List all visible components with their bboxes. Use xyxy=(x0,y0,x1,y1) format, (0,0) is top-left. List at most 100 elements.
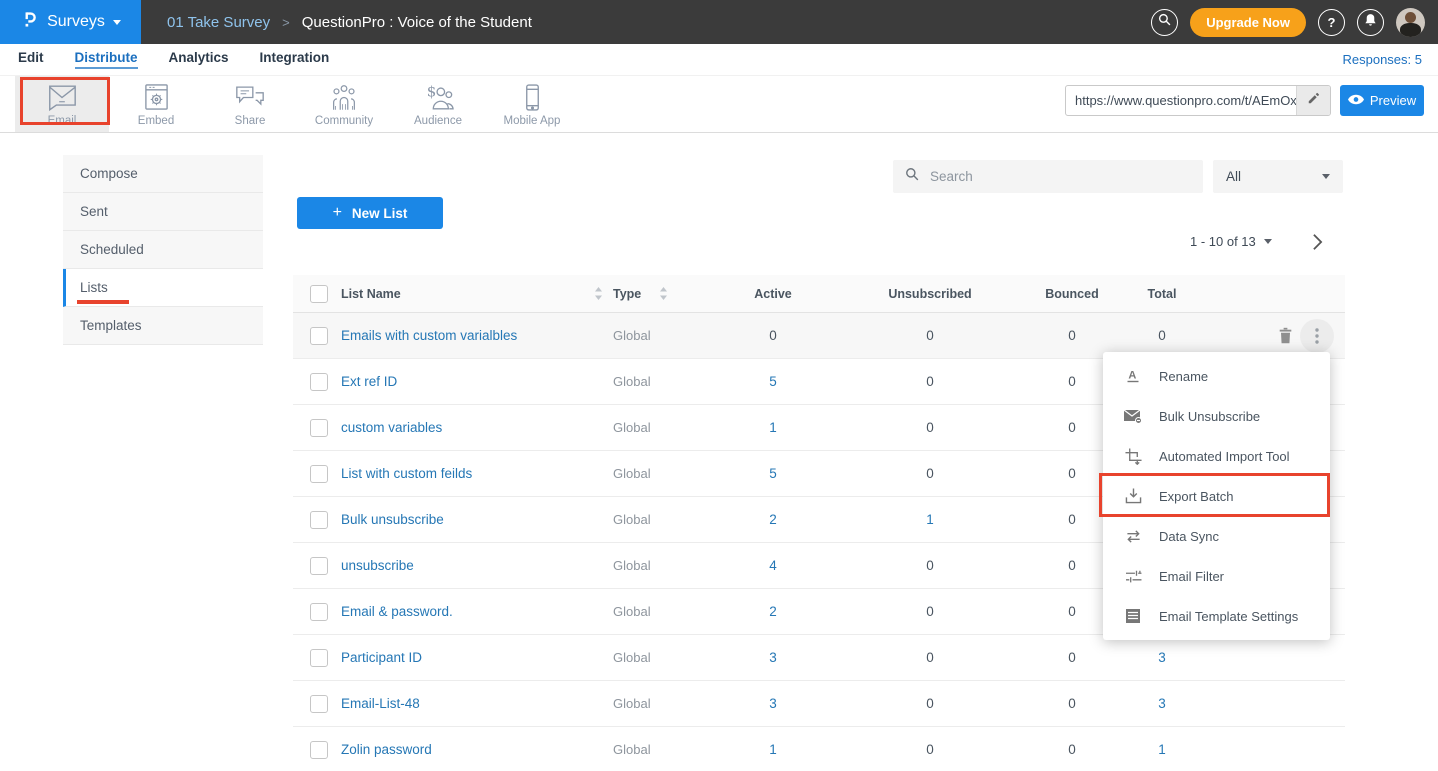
tab-integration[interactable]: Integration xyxy=(260,50,330,69)
row-checkbox[interactable] xyxy=(310,511,328,529)
row-checkbox[interactable] xyxy=(310,373,328,391)
sidebar-item-compose[interactable]: Compose xyxy=(63,155,263,193)
column-header-name[interactable]: List Name xyxy=(341,287,613,301)
menu-item-data-sync[interactable]: Data Sync xyxy=(1103,516,1330,556)
pagination-next-button[interactable] xyxy=(1312,233,1323,256)
list-name-link[interactable]: Ext ref ID xyxy=(341,374,397,389)
unsubscribed-count: 0 xyxy=(833,558,1027,573)
count-value[interactable]: 1 xyxy=(1158,742,1166,757)
list-name-link[interactable]: Bulk unsubscribe xyxy=(341,512,444,527)
list-name-link[interactable]: Email & password. xyxy=(341,604,453,619)
surveys-menu[interactable]: Surveys xyxy=(0,0,141,44)
row-checkbox[interactable] xyxy=(310,327,328,345)
page-title: QuestionPro : Voice of the Student xyxy=(302,14,532,31)
count-value: 0 xyxy=(1068,558,1076,573)
list-type: Global xyxy=(613,742,713,757)
edit-url-button[interactable] xyxy=(1296,86,1330,115)
count-value[interactable]: 3 xyxy=(769,696,777,711)
responses-link[interactable]: Responses: 5 xyxy=(1343,44,1423,75)
sidebar-item-templates[interactable]: Templates xyxy=(63,307,263,345)
count-value[interactable]: 3 xyxy=(1158,696,1166,711)
notifications-button[interactable] xyxy=(1357,9,1384,36)
row-checkbox[interactable] xyxy=(310,741,328,759)
channel-email[interactable]: Email xyxy=(15,76,109,132)
list-name-link[interactable]: Email-List-48 xyxy=(341,696,420,711)
menu-item-email-template-settings[interactable]: Email Template Settings xyxy=(1103,596,1330,636)
tab-edit[interactable]: Edit xyxy=(18,50,44,69)
count-value[interactable]: 3 xyxy=(1158,650,1166,665)
menu-item-label: Bulk Unsubscribe xyxy=(1159,409,1260,424)
list-name-link[interactable]: Participant ID xyxy=(341,650,422,665)
channel-embed[interactable]: Embed xyxy=(109,76,203,132)
list-name-link[interactable]: unsubscribe xyxy=(341,558,414,573)
row-checkbox[interactable] xyxy=(310,419,328,437)
tab-distribute[interactable]: Distribute xyxy=(75,50,138,69)
list-name-link[interactable]: Emails with custom varialbles xyxy=(341,328,517,343)
trash-icon[interactable] xyxy=(1278,327,1293,344)
menu-item-export-batch[interactable]: Export Batch xyxy=(1103,476,1330,516)
active-count: 5 xyxy=(713,374,833,389)
list-type: Global xyxy=(613,604,713,619)
sort-icon[interactable] xyxy=(659,287,668,300)
list-name-link[interactable]: Zolin password xyxy=(341,742,432,757)
count-value[interactable]: 1 xyxy=(769,742,777,757)
count-value[interactable]: 1 xyxy=(769,420,777,435)
search-button[interactable] xyxy=(1151,9,1178,36)
count-value[interactable]: 1 xyxy=(926,512,934,527)
new-list-button[interactable]: + New List xyxy=(297,197,443,229)
channel-mobile-app[interactable]: Mobile App xyxy=(485,76,579,132)
list-filter-dropdown[interactable]: All xyxy=(1213,160,1343,193)
column-header-unsubscribed: Unsubscribed xyxy=(833,287,1027,301)
channel-share[interactable]: Share xyxy=(203,76,297,132)
breadcrumb-survey-name[interactable]: 01 Take Survey xyxy=(167,14,270,31)
count-value[interactable]: 4 xyxy=(769,558,777,573)
channel-audience[interactable]: $Audience xyxy=(391,76,485,132)
table-header: List NameTypeActiveUnsubscribedBouncedTo… xyxy=(293,275,1345,313)
channel-community[interactable]: Community xyxy=(297,76,391,132)
column-header-type[interactable]: Type xyxy=(613,287,713,301)
count-value: 0 xyxy=(1068,604,1076,619)
column-header-bounced: Bounced xyxy=(1027,287,1117,301)
row-checkbox[interactable] xyxy=(310,695,328,713)
count-value[interactable]: 5 xyxy=(769,374,777,389)
select-all-checkbox[interactable] xyxy=(310,285,328,303)
pencil-icon xyxy=(1307,91,1321,110)
count-value[interactable]: 5 xyxy=(769,466,777,481)
list-name-link[interactable]: List with custom feilds xyxy=(341,466,472,481)
active-count: 1 xyxy=(713,742,833,757)
menu-item-rename[interactable]: ARename xyxy=(1103,356,1330,396)
sort-icon[interactable] xyxy=(594,287,603,300)
list-name-link[interactable]: custom variables xyxy=(341,420,442,435)
count-value[interactable]: 3 xyxy=(769,650,777,665)
sidebar-item-scheduled[interactable]: Scheduled xyxy=(63,231,263,269)
active-count: 4 xyxy=(713,558,833,573)
channel-label: Community xyxy=(315,115,373,127)
menu-item-email-filter[interactable]: Email Filter xyxy=(1103,556,1330,596)
pagination[interactable]: 1 - 10 of 13 xyxy=(1190,234,1272,249)
tab-analytics[interactable]: Analytics xyxy=(169,50,229,69)
rename-icon: A xyxy=(1124,368,1142,384)
upgrade-now-button[interactable]: Upgrade Now xyxy=(1190,8,1306,37)
preview-button[interactable]: Preview xyxy=(1340,85,1424,116)
kebab-menu-button[interactable] xyxy=(1300,319,1334,353)
help-button[interactable]: ? xyxy=(1318,9,1345,36)
sidebar-item-sent[interactable]: Sent xyxy=(63,193,263,231)
menu-item-automated-import-tool[interactable]: Automated Import Tool xyxy=(1103,436,1330,476)
channel-label: Email xyxy=(48,115,77,127)
row-checkbox[interactable] xyxy=(310,603,328,621)
count-value: 0 xyxy=(769,328,777,343)
search-input[interactable] xyxy=(928,168,1203,185)
question-mark-icon: ? xyxy=(1328,15,1336,30)
sidebar-item-lists[interactable]: Lists xyxy=(63,269,263,307)
count-value[interactable]: 2 xyxy=(769,604,777,619)
survey-url[interactable]: https://www.questionpro.com/t/AEmOx2 xyxy=(1066,86,1296,115)
list-search-box xyxy=(893,160,1203,193)
avatar[interactable] xyxy=(1396,8,1425,37)
menu-item-bulk-unsubscribe[interactable]: Bulk Unsubscribe xyxy=(1103,396,1330,436)
unsubscribed-count: 0 xyxy=(833,374,1027,389)
count-value[interactable]: 2 xyxy=(769,512,777,527)
row-checkbox[interactable] xyxy=(310,649,328,667)
row-checkbox[interactable] xyxy=(310,557,328,575)
list-type: Global xyxy=(613,466,713,481)
row-checkbox[interactable] xyxy=(310,465,328,483)
